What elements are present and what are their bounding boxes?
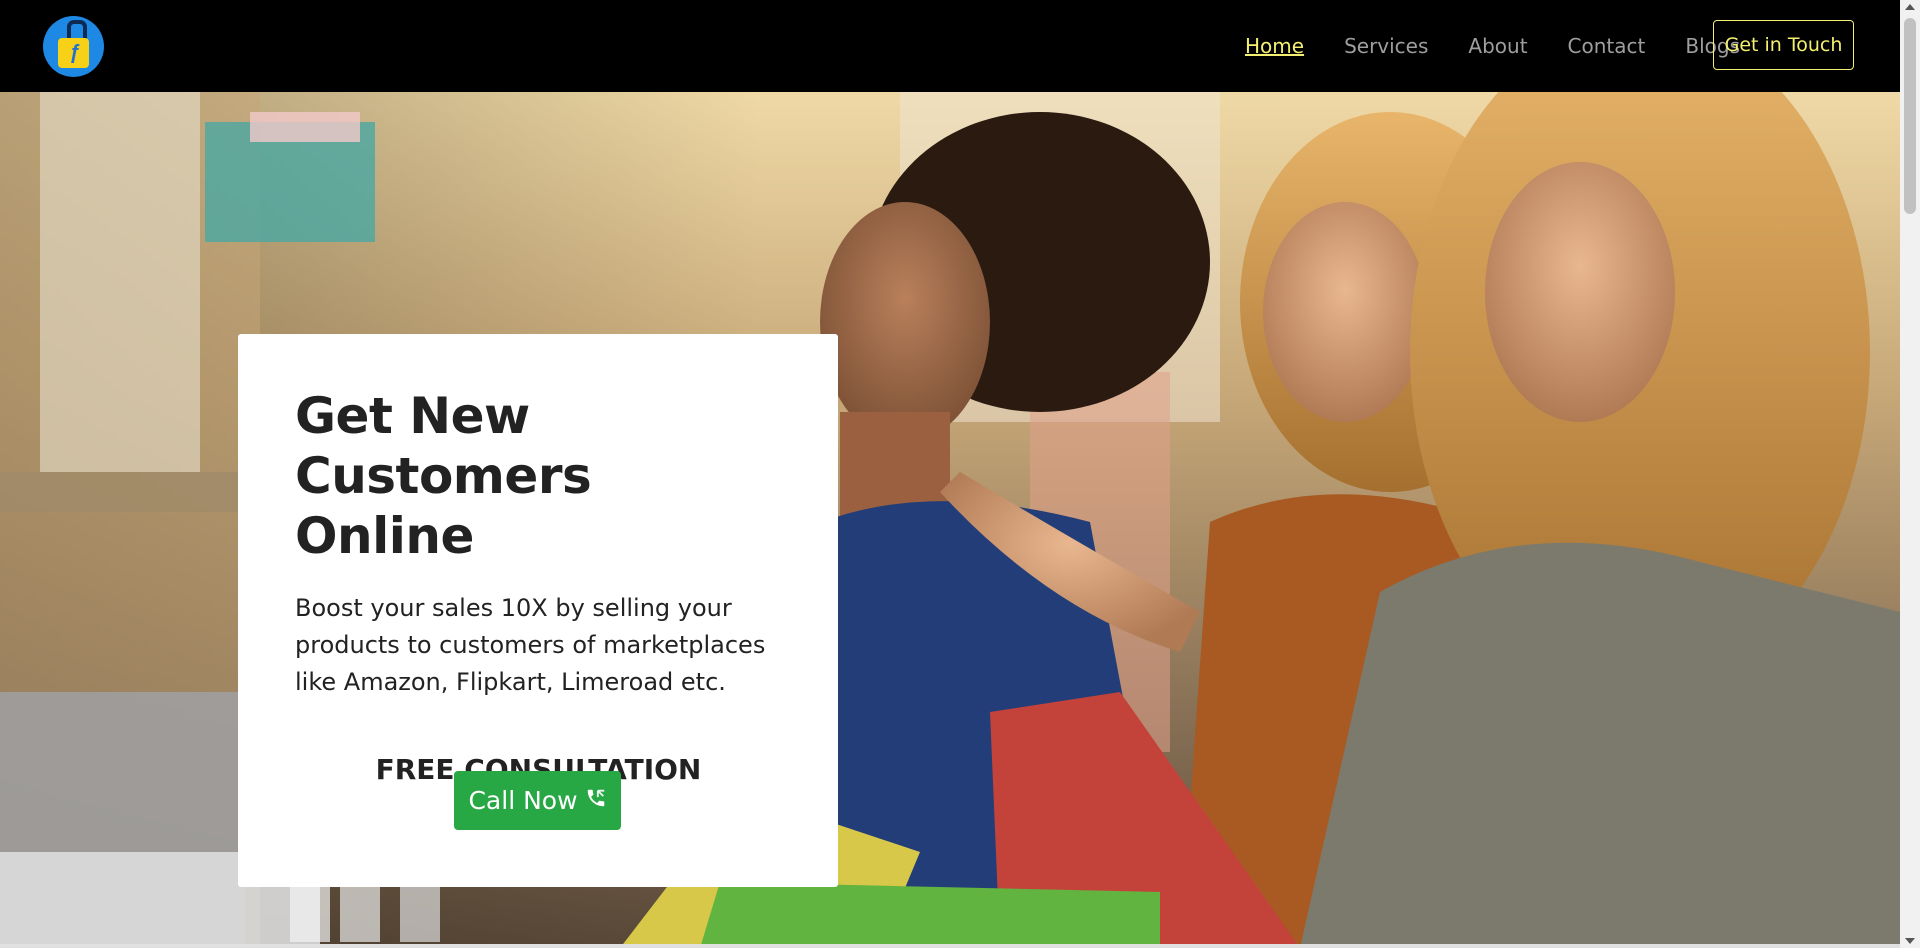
call-now-label: Call Now [468,786,578,815]
nav-menu: Home Services About Contact Blogs [1245,0,1740,92]
scroll-down-arrow-icon[interactable] [1905,938,1915,944]
logo-mark-icon: ƒ [69,42,81,64]
scrollbar-thumb[interactable] [1904,18,1916,214]
phone-icon [585,786,607,815]
nav-home-link[interactable]: Home [1245,34,1304,58]
nav-services-link[interactable]: Services [1344,34,1428,58]
bottom-edge [0,944,1900,948]
hero-lead: Boost your sales 10X by selling your pro… [295,594,766,696]
scroll-up-arrow-icon[interactable] [1905,4,1915,10]
vertical-scrollbar[interactable] [1900,0,1920,948]
hero-section: Get New Customers Online Boost your sale… [0,92,1900,948]
nav-about-link[interactable]: About [1468,34,1527,58]
get-in-touch-button[interactable]: Get in Touch [1713,20,1854,70]
hero-title: Get New Customers Online [295,387,592,565]
nav-contact-link[interactable]: Contact [1568,34,1646,58]
navbar: ƒ Home Services About Contact Blogs Get … [0,0,1900,92]
hero-card: Get New Customers Online Boost your sale… [238,334,838,887]
call-now-button[interactable]: Call Now [454,771,621,830]
logo[interactable]: ƒ [43,16,104,77]
